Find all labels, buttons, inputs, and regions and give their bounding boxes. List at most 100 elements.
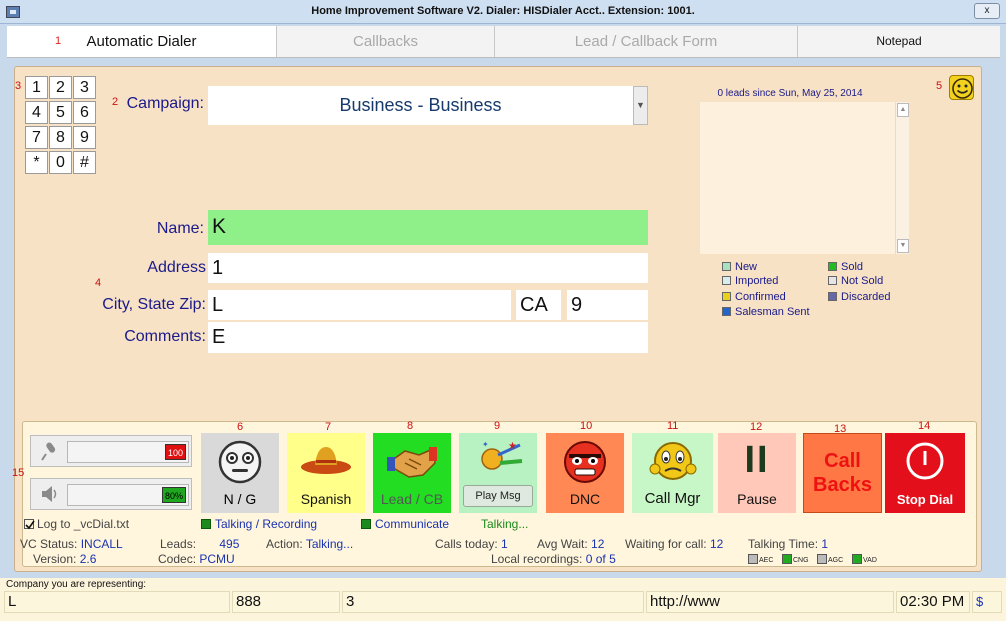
marker-3: 3 [15, 80, 22, 92]
avg-wait: Avg Wait: 12 [537, 537, 605, 551]
tab-automatic-dialer[interactable]: 1 Automatic Dialer [7, 26, 277, 57]
ng-label: N / G [223, 491, 257, 507]
key-8[interactable]: 8 [49, 126, 72, 149]
speaker-volume[interactable]: 80% [30, 478, 192, 510]
callbacks-label-1: Call [824, 450, 861, 472]
leads-scrollbar[interactable]: ▲ ▼ [895, 102, 909, 254]
spanish-label: Spanish [300, 491, 352, 507]
key-7[interactable]: 7 [25, 126, 48, 149]
legend-swatch [722, 276, 731, 285]
flag-cng[interactable]: CNG [782, 554, 809, 564]
tab-callbacks[interactable]: Callbacks [277, 26, 495, 57]
lead-cb-button[interactable]: Lead / CB [373, 433, 451, 513]
spanish-button[interactable]: Spanish [287, 433, 365, 513]
legend-swatch [828, 262, 837, 271]
callbacks-label-2: Backs [813, 474, 872, 496]
marker-10: 10 [580, 420, 593, 432]
info-field[interactable]: 3 [342, 591, 644, 613]
microphone-level-bar[interactable]: 100 [67, 441, 189, 463]
microphone-volume[interactable]: 100 [30, 435, 192, 467]
key-star[interactable]: * [25, 151, 48, 174]
lead-cb-label: Lead / CB [380, 491, 444, 507]
leads-since-text: 0 leads since Sun, May 25, 2014 [717, 88, 863, 99]
key-hash[interactable]: # [73, 151, 96, 174]
pause-button[interactable]: II Pause [718, 433, 796, 513]
call-mgr-button[interactable]: Call Mgr [632, 433, 713, 513]
marker-11: 11 [667, 420, 679, 432]
sombrero-icon [301, 447, 351, 474]
dollar-icon[interactable]: $ [972, 591, 1002, 613]
stop-dial-label: Stop Dial [896, 492, 954, 507]
play-msg-button[interactable]: ★ ✦ Play Msg [459, 433, 537, 513]
microphone-level: 100 [164, 444, 186, 460]
svg-text:★: ★ [508, 441, 517, 452]
ng-button[interactable]: N / G [201, 433, 279, 513]
phone-field[interactable]: 888 [232, 591, 340, 613]
city-state-zip-label: City, State Zip: [102, 296, 206, 313]
state-field[interactable]: CA [516, 290, 561, 320]
name-field[interactable]: K [208, 210, 648, 245]
key-1[interactable]: 1 [25, 76, 48, 99]
worried-face-icon [649, 442, 696, 480]
talking-recording-indicator: Talking / Recording [201, 517, 317, 531]
key-5[interactable]: 5 [49, 101, 72, 124]
marker-15: 15 [12, 467, 25, 479]
campaign-label: Campaign: [126, 95, 204, 112]
close-button[interactable]: x [974, 3, 1000, 19]
log-checkbox[interactable]: Log to _vcDial.txt [24, 517, 129, 531]
key-6[interactable]: 6 [73, 101, 96, 124]
tab-lead-callback-form[interactable]: Lead / Callback Form [495, 26, 798, 57]
marker-12: 12 [750, 421, 763, 433]
marker-9: 9 [494, 420, 501, 432]
key-9[interactable]: 9 [73, 126, 96, 149]
tab-label: Automatic Dialer [86, 33, 197, 50]
marker-1: 1 [55, 35, 62, 47]
key-4[interactable]: 4 [25, 101, 48, 124]
url-field[interactable]: http://www [646, 591, 894, 613]
comments-field[interactable]: E [208, 322, 648, 353]
company-field[interactable]: L [4, 591, 230, 613]
vc-status: VC Status: INCALL [20, 537, 123, 551]
campaign-dropdown-arrow[interactable]: ▼ [633, 86, 648, 125]
pause-label: Pause [737, 491, 777, 507]
leads-list[interactable] [700, 102, 895, 254]
window-title: Home Improvement Software V2. Dialer: HI… [311, 5, 695, 17]
city-field[interactable]: L [208, 290, 511, 320]
smiley-icon[interactable] [949, 75, 974, 100]
flag-box [748, 554, 758, 564]
status-light-icon [361, 519, 371, 529]
flag-box [817, 554, 827, 564]
checkbox-icon [24, 519, 35, 530]
scroll-up-icon[interactable]: ▲ [897, 103, 909, 117]
address-field[interactable]: 1 [208, 253, 648, 283]
key-3[interactable]: 3 [73, 76, 96, 99]
marker-7: 7 [325, 421, 332, 433]
legend-sold: Sold [828, 261, 863, 273]
tab-notepad[interactable]: Notepad [798, 26, 1000, 57]
stop-dial-button[interactable]: Stop Dial [885, 433, 965, 513]
flag-aec[interactable]: AEC [748, 554, 773, 564]
name-label: Name: [156, 220, 204, 237]
campaign-select[interactable]: Business - Business [208, 86, 633, 125]
speaker-level-bar[interactable]: 80% [67, 484, 189, 506]
legend-salesman-sent: Salesman Sent [722, 306, 810, 318]
legend-swatch [722, 292, 731, 301]
marker-6: 6 [237, 421, 244, 433]
legend-swatch [828, 276, 837, 285]
flag-box [782, 554, 792, 564]
marker-4: 4 [95, 277, 102, 289]
dnc-button[interactable]: DNC [546, 433, 624, 513]
zip-field[interactable]: 9 [567, 290, 648, 320]
scroll-down-icon[interactable]: ▼ [897, 239, 909, 253]
talking-time: Talking Time: 1 [748, 537, 829, 551]
codec: Codec: PCMU [158, 552, 235, 566]
address-label: Address [147, 259, 206, 276]
flag-vad[interactable]: VAD [852, 554, 877, 564]
callbacks-button[interactable]: Call Backs [803, 433, 882, 513]
flag-agc[interactable]: AGC [817, 554, 843, 564]
key-2[interactable]: 2 [49, 76, 72, 99]
status-light-icon [201, 519, 211, 529]
party-horn-icon: ★✦ [481, 440, 523, 470]
svg-text:✦: ✦ [482, 440, 489, 449]
key-0[interactable]: 0 [49, 151, 72, 174]
